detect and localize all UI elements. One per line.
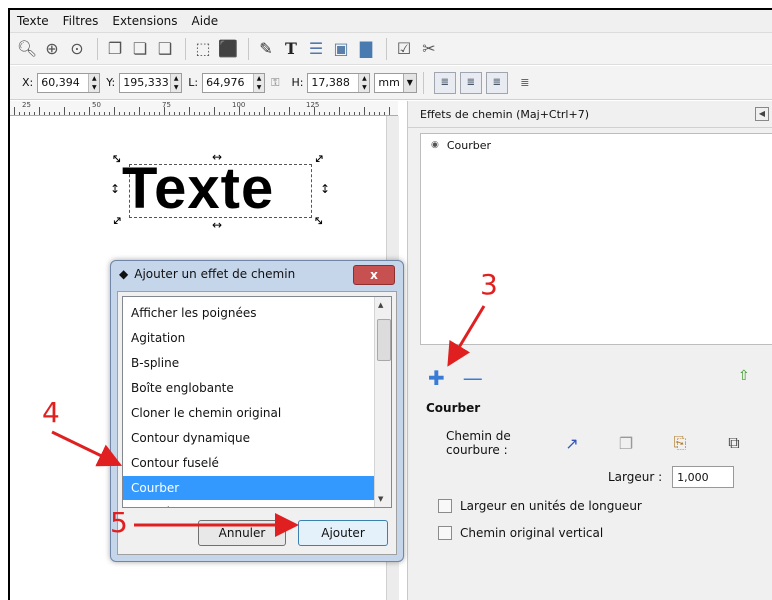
annotation-arrow-4 <box>51 430 123 467</box>
annotation-step-5: 5 <box>110 506 128 539</box>
inkscape-window: Texte Filtres Extensions Aide 🔍︎ ⊕ ⊙ ❐ ❏… <box>8 8 772 600</box>
annotation-arrow-3 <box>447 305 486 367</box>
annotation-step-4: 4 <box>42 396 60 429</box>
annotation-step-3: 3 <box>480 268 498 301</box>
